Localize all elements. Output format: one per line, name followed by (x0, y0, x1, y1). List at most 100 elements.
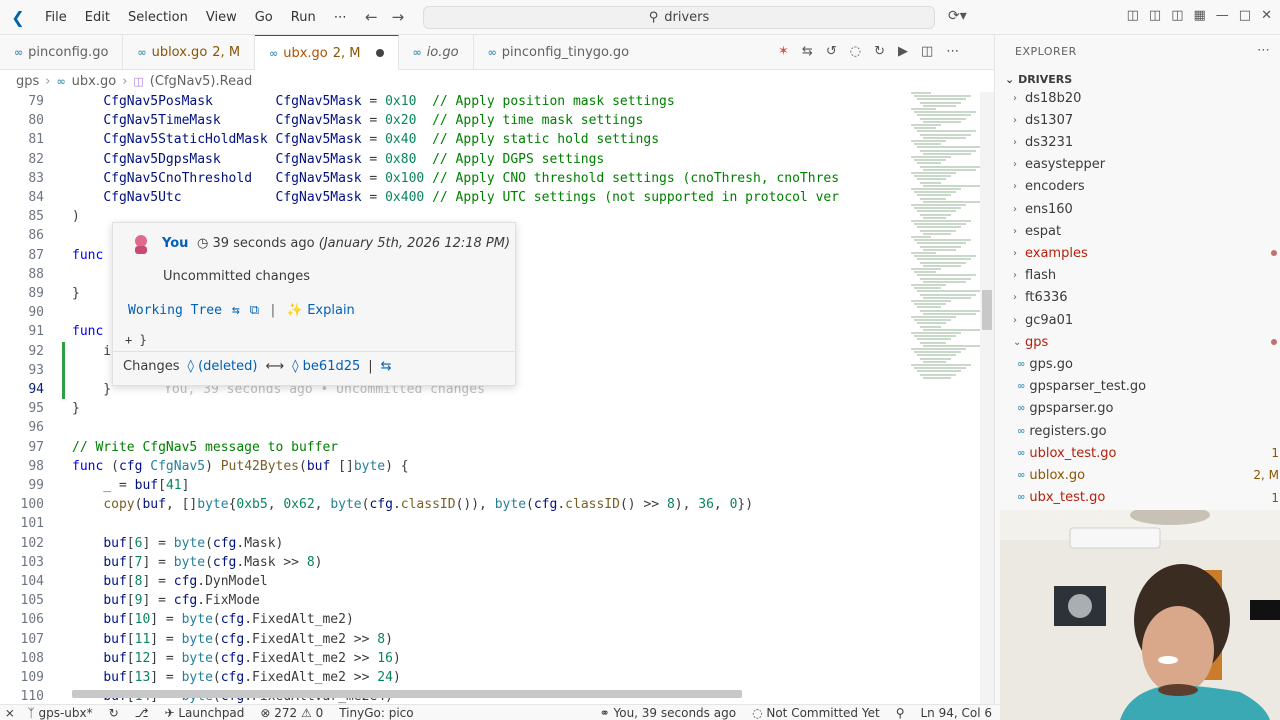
commit-sha-link[interactable]: ◊ be61d25 (292, 359, 360, 374)
sparkle-icon[interactable]: ✶ (778, 44, 789, 59)
toggle-panel-icon[interactable]: ◫ (1149, 8, 1161, 23)
menu-run[interactable]: Run (282, 10, 325, 25)
compare-changes-icon[interactable]: ⇆ (802, 44, 813, 59)
code-line[interactable]: 83 CfgNav5CnoThreshold CfgNav5Mask = 0x1… (0, 169, 905, 188)
copy-icon[interactable]: ⧉ (250, 303, 259, 318)
cursor-position[interactable]: Ln 94, Col 6 (912, 706, 1000, 720)
deleted-link[interactable]: ◊ (deleted) (188, 359, 258, 374)
sync-icon[interactable]: ↻ (101, 706, 127, 720)
problems-item[interactable]: ⊗ 272 ⚠ 0 (252, 706, 331, 720)
forward-arrow-icon[interactable]: → (392, 8, 405, 26)
next-change-icon[interactable]: ↻ (874, 44, 885, 59)
scrollbar-thumb[interactable] (982, 290, 992, 330)
breadcrumb-symbol[interactable]: (CfgNav5).Read (150, 74, 253, 89)
open-changes-icon[interactable]: ⇆ (381, 359, 392, 374)
explorer-item[interactable]: ∞ ublox_test.go 1 (995, 442, 1280, 464)
menu-edit[interactable]: Edit (76, 10, 119, 25)
minimap[interactable] (905, 92, 986, 704)
explorer-item[interactable]: › flash (995, 265, 1280, 287)
command-center-search[interactable]: ⚲ drivers (423, 6, 935, 29)
explorer-item[interactable]: ∞ gps.go (995, 353, 1280, 375)
explorer-item[interactable]: › gc9a01 (995, 309, 1280, 331)
graph-icon[interactable]: ⎇ (127, 706, 157, 720)
explorer-item[interactable]: ∞ registers.go (995, 420, 1280, 442)
code-line[interactable]: 107 buf[11] = byte(cfg.FixedAlt_me2 >> 8… (0, 630, 905, 649)
code-line[interactable]: 82 CfgNav5DgpsMask CfgNav5Mask = 0x80 //… (0, 150, 905, 169)
menu-go[interactable]: Go (246, 10, 282, 25)
code-line[interactable]: 102 buf[6] = byte(cfg.Mask) (0, 534, 905, 553)
minimize-icon[interactable]: — (1216, 8, 1229, 23)
git-gutter-change-marker[interactable] (62, 380, 65, 400)
zoom-icon[interactable]: ⚲ (888, 706, 913, 720)
code-editor[interactable]: 79 CfgNav5PosMask CfgNav5Mask = 0x10 // … (0, 92, 905, 704)
explorer-item[interactable]: › ft6336 (995, 287, 1280, 309)
explorer-item[interactable]: ∞ ubx_test.go 1 (995, 487, 1280, 509)
tab-ublox[interactable]: ∞ ublox.go 2, M (123, 35, 256, 70)
previous-change-icon[interactable]: ↺ (826, 44, 837, 59)
explorer-item[interactable]: › ds3231 (995, 131, 1280, 153)
git-gutter-change-marker[interactable] (62, 360, 65, 380)
tinygo-target[interactable]: TinyGo: pico (331, 706, 421, 720)
explorer-item[interactable]: › easystepper (995, 154, 1280, 176)
explorer-item[interactable]: › ds18b20 (995, 87, 1280, 109)
split-editor-icon[interactable]: ◫ (921, 44, 933, 59)
copilot-icon[interactable]: ⟳▾ (948, 8, 967, 24)
explain-link[interactable]: ✨ Explain (287, 303, 355, 318)
branch-indicator[interactable]: ᛉ gps-ubx* (19, 706, 100, 720)
code-line[interactable]: 99 _ = buf[41] (0, 476, 905, 495)
code-line[interactable]: 100 copy(buf, []byte{0xb5, 0x62, byte(cf… (0, 495, 905, 514)
code-line[interactable]: 105 buf[9] = cfg.FixMode (0, 591, 905, 610)
blame-author[interactable]: You (162, 236, 188, 251)
explorer-item[interactable]: › ens160 (995, 198, 1280, 220)
maximize-icon[interactable]: □ (1239, 8, 1251, 23)
code-line[interactable]: 106 buf[10] = byte(cfg.FixedAlt_me2) (0, 610, 905, 629)
tab-pinconfig-tinygo[interactable]: ∞ pinconfig_tinygo.go (474, 35, 690, 70)
breadcrumb-folder[interactable]: gps (16, 74, 39, 89)
code-line[interactable]: 103 buf[7] = byte(cfg.Mask >> 8) (0, 553, 905, 572)
launchpad-item[interactable]: ✈ Launchpad (156, 706, 252, 720)
menu-selection[interactable]: Selection (119, 10, 197, 25)
toggle-secondary-sidebar-icon[interactable]: ◫ (1171, 8, 1183, 23)
breadcrumb-file[interactable]: ubx.go (72, 74, 117, 89)
tab-pinconfig[interactable]: ∞ pinconfig.go (0, 35, 124, 70)
horizontal-scrollbar[interactable] (72, 690, 742, 698)
code-line[interactable]: 108 buf[12] = byte(cfg.FixedAlt_me2 >> 1… (0, 649, 905, 668)
tab-ubx[interactable]: ∞ ubx.go 2, M (255, 35, 399, 70)
close-icon[interactable]: ✕ (1261, 8, 1272, 23)
commit-status-item[interactable]: ◌ Not Committed Yet (744, 706, 888, 720)
code-line[interactable]: 84 CfgNav5Utc CfgNav5Mask = 0x400 // App… (0, 188, 905, 207)
customize-layout-icon[interactable]: ▦ (1194, 8, 1206, 23)
git-gutter-change-marker[interactable] (62, 341, 65, 361)
explorer-item[interactable]: ∞ gpsparser.go (995, 398, 1280, 420)
vertical-scrollbar[interactable] (980, 92, 994, 704)
blame-status-item[interactable]: ⚭ You, 39 seconds ago (592, 706, 744, 720)
explorer-item[interactable]: › espat (995, 220, 1280, 242)
tab-io[interactable]: ∞ io.go (399, 35, 474, 70)
unsaved-dot-icon[interactable] (375, 49, 384, 57)
toggle-primary-sidebar-icon[interactable]: ◫ (1127, 8, 1139, 23)
workspace-root[interactable]: ⌄ DRIVERS (1005, 73, 1072, 86)
menu-more[interactable]: ⋯ (325, 10, 356, 25)
working-tree-link[interactable]: Working Tree (128, 303, 222, 318)
menu-file[interactable]: File (36, 10, 76, 25)
more-actions-icon[interactable]: ⋯ (1257, 43, 1270, 58)
explorer-item[interactable]: ∞ gpsparser_test.go (995, 376, 1280, 398)
explorer-item[interactable]: › ds1307 (995, 109, 1280, 131)
code-line[interactable]: 104 buf[8] = cfg.DynModel (0, 572, 905, 591)
code-line[interactable]: 109 buf[13] = byte(cfg.FixedAlt_me2 >> 2… (0, 668, 905, 687)
run-icon[interactable]: ▶ (898, 44, 908, 59)
explorer-item[interactable]: ⌄ gps (995, 331, 1280, 353)
compare-icon[interactable]: ⇆ (232, 303, 240, 318)
code-line[interactable]: 79 CfgNav5PosMask CfgNav5Mask = 0x10 // … (0, 92, 905, 111)
code-line[interactable]: 98 func (cfg CfgNav5) Put42Bytes(buf []by… (0, 457, 905, 476)
code-line[interactable]: 101 (0, 514, 905, 533)
code-line[interactable]: 81 CfgNav5StaticHoldMask CfgNav5Mask = 0… (0, 130, 905, 149)
code-line[interactable]: 80 CfgNav5TimeMask CfgNav5Mask = 0x20 //… (0, 111, 905, 130)
code-line[interactable]: 97 // Write CfgNav5 message to buffer (0, 438, 905, 457)
code-line[interactable]: 95} (0, 399, 905, 418)
explorer-item[interactable]: ∞ ublox.go 2, M (995, 464, 1280, 486)
remote-icon[interactable]: ⨯ (0, 706, 19, 720)
menu-view[interactable]: View (197, 10, 246, 25)
more-actions-icon[interactable]: ⋯ (946, 44, 959, 59)
back-arrow-icon[interactable]: ← (365, 8, 378, 26)
